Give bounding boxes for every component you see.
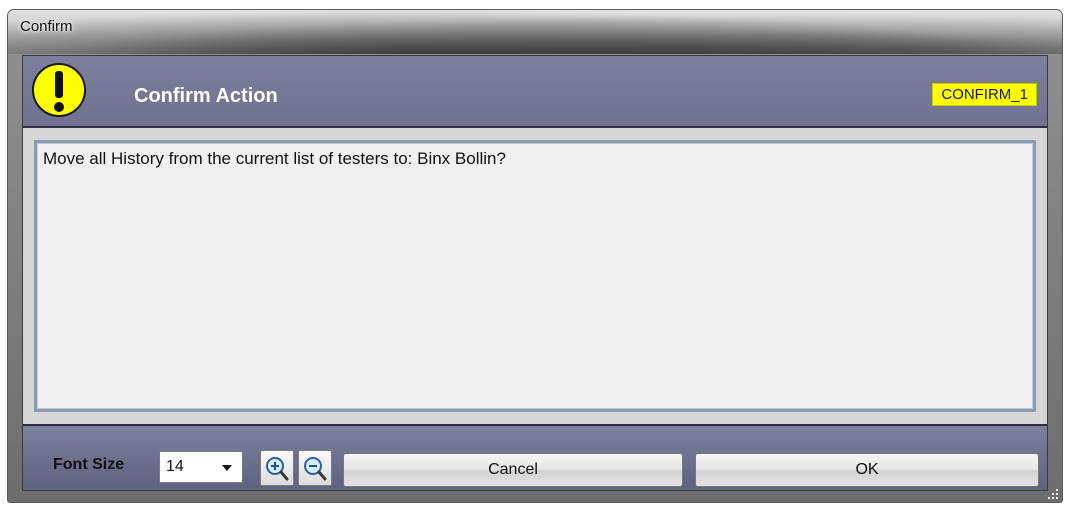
dialog-header: Confirm Action CONFIRM_1 — [23, 56, 1047, 128]
confirm-dialog: Confirm Action CONFIRM_1 Move all Histor… — [22, 55, 1048, 491]
message-box: Move all History from the current list o… — [34, 140, 1036, 412]
window-title: Confirm — [20, 18, 73, 35]
zoom-in-icon — [266, 457, 289, 481]
font-size-label: Font Size — [53, 456, 125, 473]
dialog-code-badge: CONFIRM_1 — [932, 83, 1037, 106]
font-size-value: 14 — [166, 458, 184, 475]
title-bar[interactable]: Confirm — [8, 10, 1062, 54]
chevron-down-icon — [222, 465, 232, 471]
confirm-window: Confirm Confirm Action CONFIRM_1 Move al… — [7, 9, 1063, 503]
zoom-in-button[interactable] — [260, 450, 294, 486]
dialog-footer: Font Size 14 Cancel OK — [23, 424, 1047, 490]
warning-icon — [31, 62, 87, 118]
zoom-out-button[interactable] — [298, 450, 332, 486]
message-text: Move all History from the current list o… — [43, 149, 506, 168]
resize-grip-icon[interactable] — [1047, 487, 1059, 499]
dialog-title: Confirm Action — [134, 85, 278, 107]
zoom-out-icon — [304, 457, 327, 481]
cancel-button[interactable]: Cancel — [343, 453, 683, 487]
font-size-select[interactable]: 14 — [159, 451, 243, 483]
ok-button[interactable]: OK — [695, 453, 1039, 487]
